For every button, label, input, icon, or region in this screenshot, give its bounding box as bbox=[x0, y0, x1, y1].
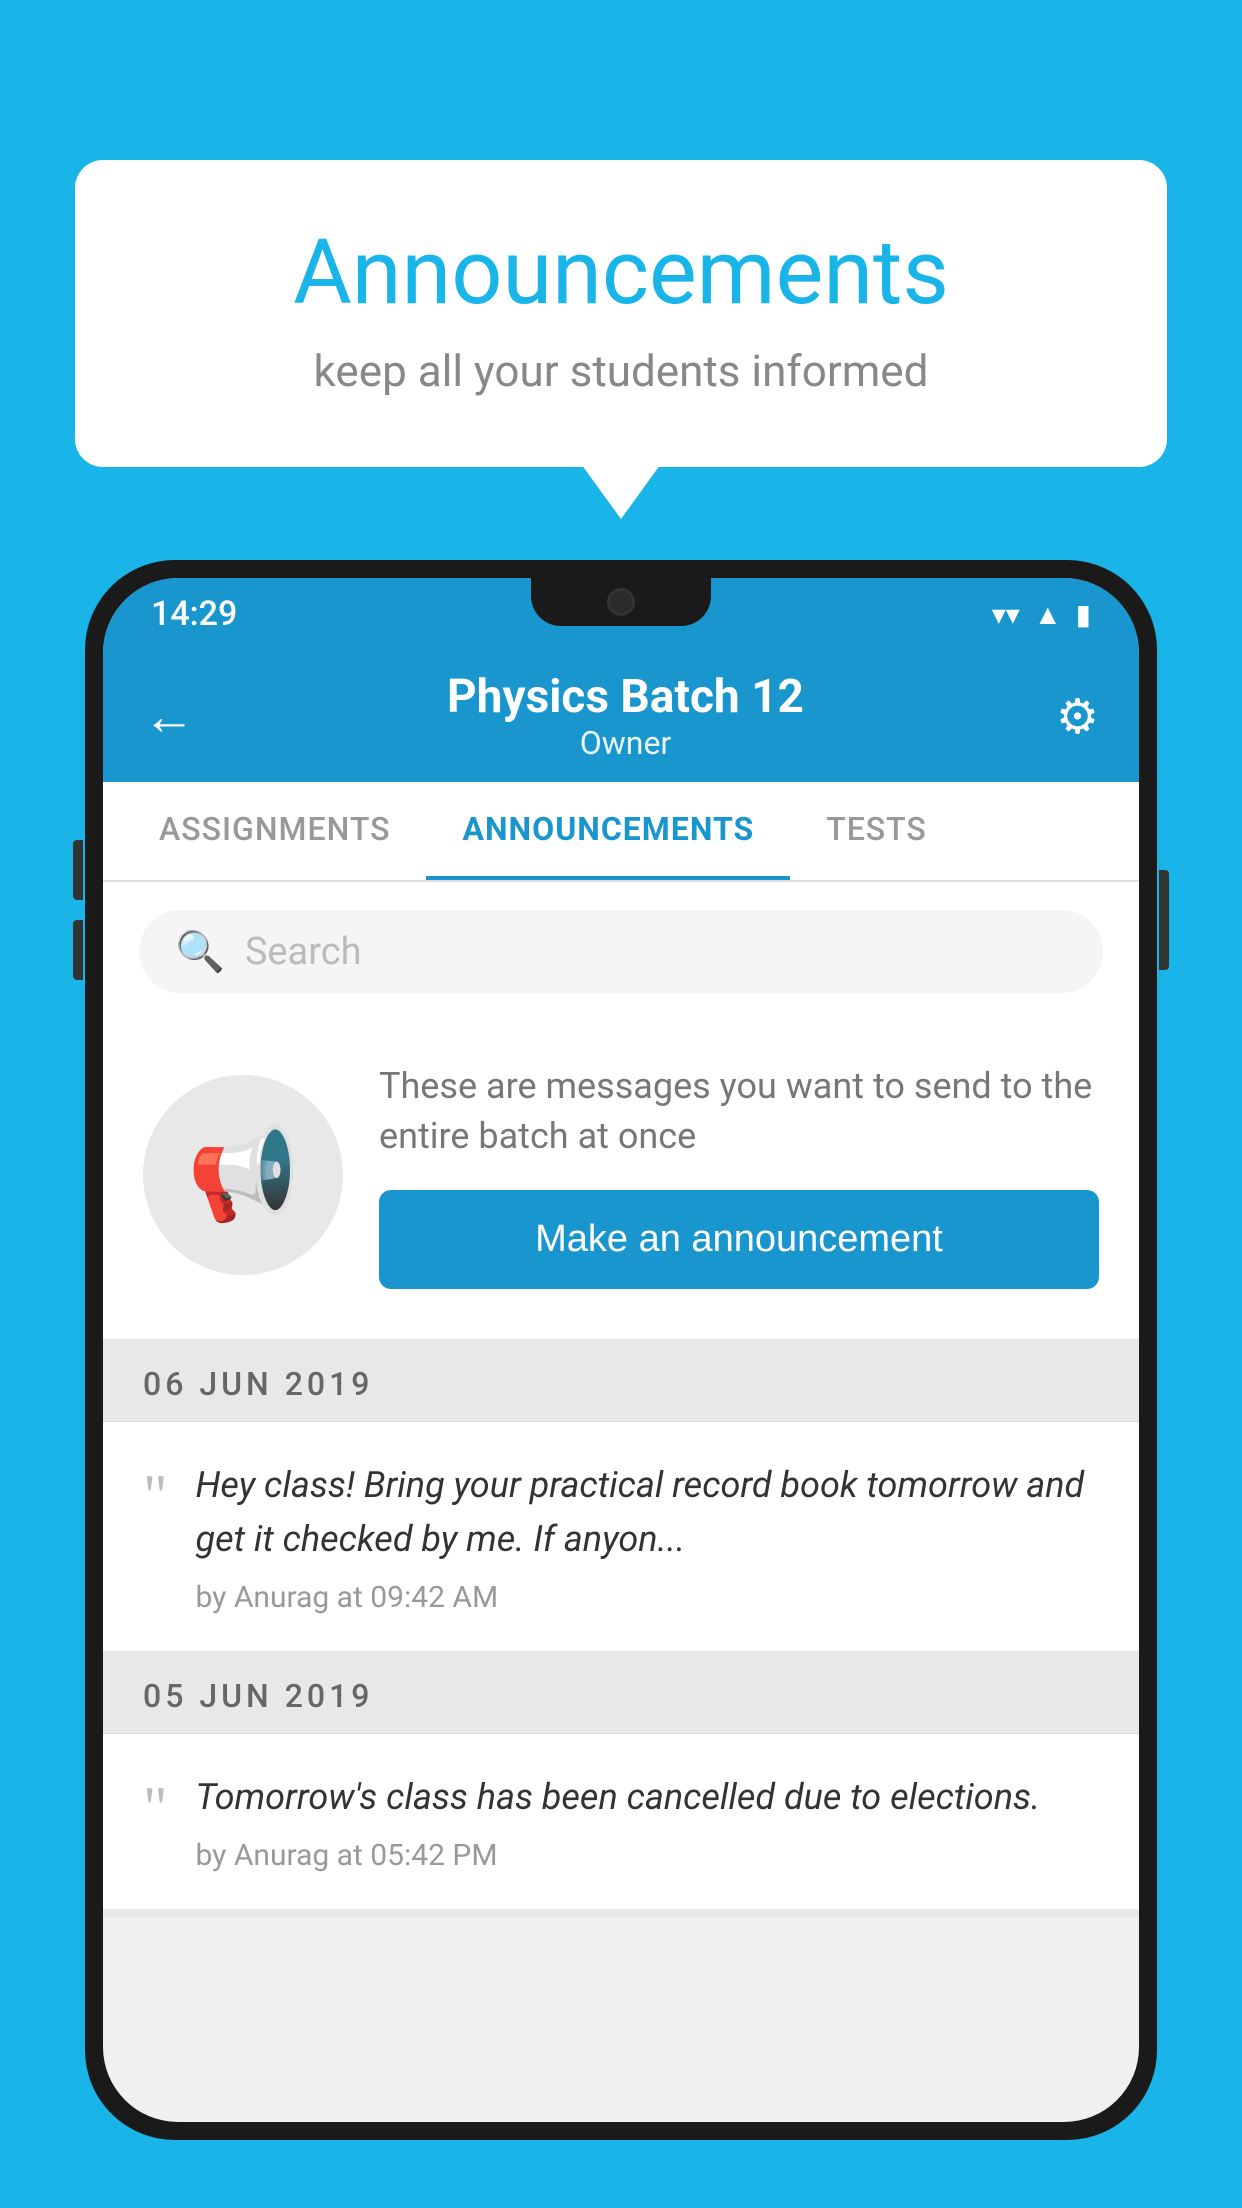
status-icons: ▾▾ ▲ ▮ bbox=[992, 598, 1091, 631]
header-title: Physics Batch 12 bbox=[447, 670, 804, 724]
promo-icon-circle: 📢 bbox=[143, 1075, 343, 1275]
speech-bubble: Announcements keep all your students inf… bbox=[75, 160, 1167, 467]
make-announcement-button[interactable]: Make an announcement bbox=[379, 1190, 1099, 1289]
power-button bbox=[1159, 870, 1169, 970]
search-placeholder: Search bbox=[245, 930, 362, 974]
battery-icon: ▮ bbox=[1076, 598, 1091, 631]
search-container: 🔍 Search bbox=[103, 882, 1139, 1021]
signal-icon: ▲ bbox=[1034, 598, 1062, 631]
volume-up-button bbox=[73, 840, 83, 900]
announcement-meta-2: by Anurag at 05:42 PM bbox=[196, 1838, 1100, 1873]
search-icon: 🔍 bbox=[175, 928, 225, 975]
bubble-title: Announcements bbox=[155, 220, 1087, 325]
back-button[interactable]: ← bbox=[143, 686, 195, 747]
tab-assignments[interactable]: ASSIGNMENTS bbox=[123, 782, 426, 880]
date-separator-2: 05 JUN 2019 bbox=[103, 1659, 1139, 1734]
header-subtitle: Owner bbox=[447, 724, 804, 762]
quote-icon-1: " bbox=[143, 1458, 168, 1526]
announcement-meta-1: by Anurag at 09:42 AM bbox=[196, 1580, 1100, 1615]
phone-mockup: 14:29 ▾▾ ▲ ▮ ← Physics Batch 12 Owner ⚙ … bbox=[85, 560, 1157, 2208]
announcement-text-1: Hey class! Bring your practical record b… bbox=[196, 1458, 1100, 1566]
wifi-icon: ▾▾ bbox=[992, 598, 1020, 631]
header-center: Physics Batch 12 Owner bbox=[447, 670, 804, 762]
announcement-content-2: Tomorrow's class has been cancelled due … bbox=[196, 1770, 1100, 1873]
announcement-text-2: Tomorrow's class has been cancelled due … bbox=[196, 1770, 1100, 1824]
announcement-icon: 📢 bbox=[187, 1122, 299, 1227]
date-separator-1: 06 JUN 2019 bbox=[103, 1347, 1139, 1422]
tab-tests[interactable]: TESTS bbox=[790, 782, 963, 880]
announcement-item-1: " Hey class! Bring your practical record… bbox=[103, 1422, 1139, 1659]
announcement-item-2: " Tomorrow's class has been cancelled du… bbox=[103, 1734, 1139, 1917]
status-time: 14:29 bbox=[151, 594, 237, 634]
app-header: ← Physics Batch 12 Owner ⚙ bbox=[103, 650, 1139, 782]
volume-down-button bbox=[73, 920, 83, 980]
announcement-content-1: Hey class! Bring your practical record b… bbox=[196, 1458, 1100, 1615]
promo-description: These are messages you want to send to t… bbox=[379, 1061, 1099, 1162]
speech-bubble-container: Announcements keep all your students inf… bbox=[75, 160, 1167, 467]
promo-right: These are messages you want to send to t… bbox=[379, 1061, 1099, 1289]
promo-block: 📢 These are messages you want to send to… bbox=[103, 1021, 1139, 1347]
phone-notch bbox=[531, 578, 711, 626]
tabs-bar: ASSIGNMENTS ANNOUNCEMENTS TESTS bbox=[103, 782, 1139, 882]
settings-icon[interactable]: ⚙ bbox=[1056, 688, 1099, 745]
phone-screen: 14:29 ▾▾ ▲ ▮ ← Physics Batch 12 Owner ⚙ … bbox=[103, 578, 1139, 2122]
search-input-wrap[interactable]: 🔍 Search bbox=[139, 910, 1103, 993]
front-camera bbox=[607, 588, 635, 616]
quote-icon-2: " bbox=[143, 1770, 168, 1838]
phone-outer: 14:29 ▾▾ ▲ ▮ ← Physics Batch 12 Owner ⚙ … bbox=[85, 560, 1157, 2140]
bubble-subtitle: keep all your students informed bbox=[155, 345, 1087, 397]
tab-announcements[interactable]: ANNOUNCEMENTS bbox=[426, 782, 790, 880]
